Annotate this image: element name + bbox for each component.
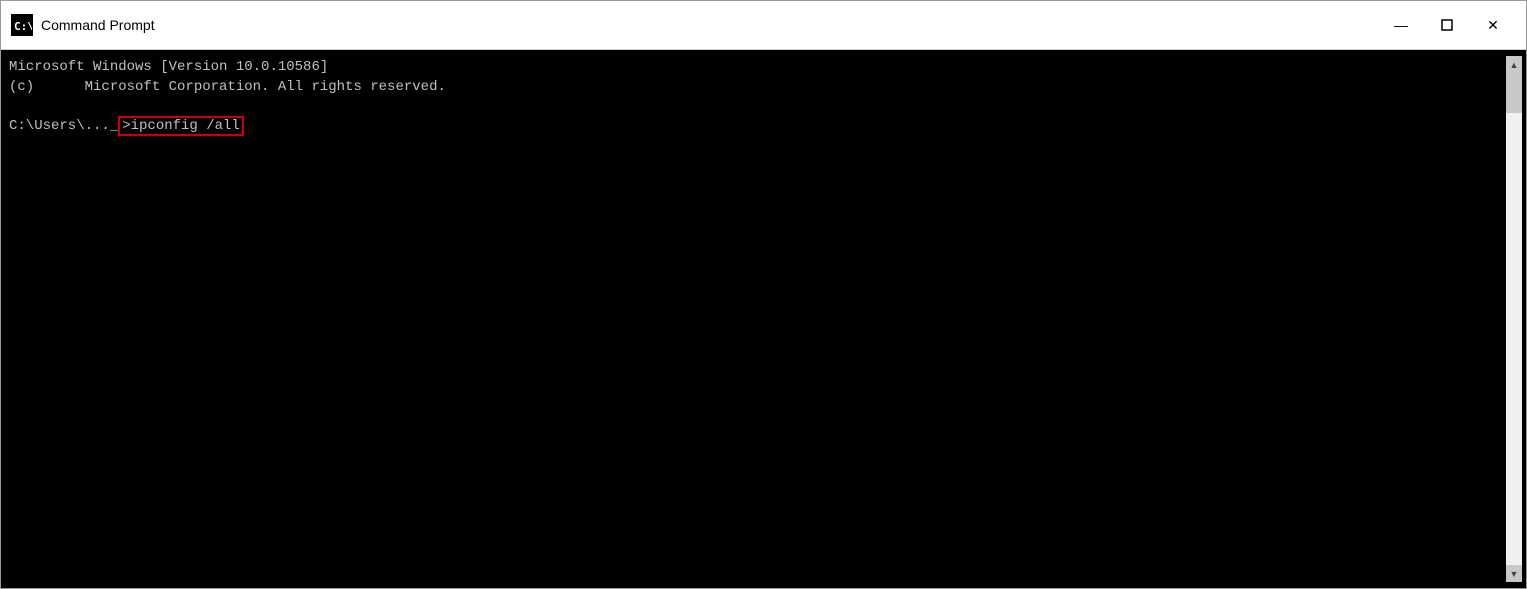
cmd-window: C:\ Command Prompt — ✕ Microsoft Windows… [0,0,1527,589]
cmd-icon: C:\ [11,14,33,36]
svg-text:C:\: C:\ [14,20,32,33]
maximize-button[interactable] [1424,1,1470,50]
command-text: >ipconfig /all [122,118,240,134]
terminal-line-4: C:\Users\..._>ipconfig /all [9,117,1502,137]
close-button[interactable]: ✕ [1470,1,1516,50]
minimize-button[interactable]: — [1378,1,1424,50]
terminal-content[interactable]: Microsoft Windows [Version 10.0.10586] (… [5,56,1506,582]
titlebar: C:\ Command Prompt — ✕ [1,1,1526,50]
terminal-line-3 [9,97,1502,117]
scrollbar-track[interactable] [1506,73,1522,565]
prompt-prefix: C:\Users\..._ [9,118,118,134]
scrollbar-arrow-down[interactable]: ▼ [1506,565,1522,582]
window-controls: — ✕ [1378,1,1516,50]
maximize-icon [1441,19,1453,31]
scrollbar[interactable]: ▲ ▼ [1506,56,1522,582]
scrollbar-thumb[interactable] [1506,73,1522,113]
terminal-line-1: Microsoft Windows [Version 10.0.10586] [9,58,1502,78]
terminal-body[interactable]: Microsoft Windows [Version 10.0.10586] (… [1,50,1526,588]
command-highlight: >ipconfig /all [118,116,244,136]
terminal-line-2: (c) Microsoft Corporation. All rights re… [9,78,1502,98]
window-title: Command Prompt [41,17,1378,33]
scrollbar-arrow-up[interactable]: ▲ [1506,56,1522,73]
